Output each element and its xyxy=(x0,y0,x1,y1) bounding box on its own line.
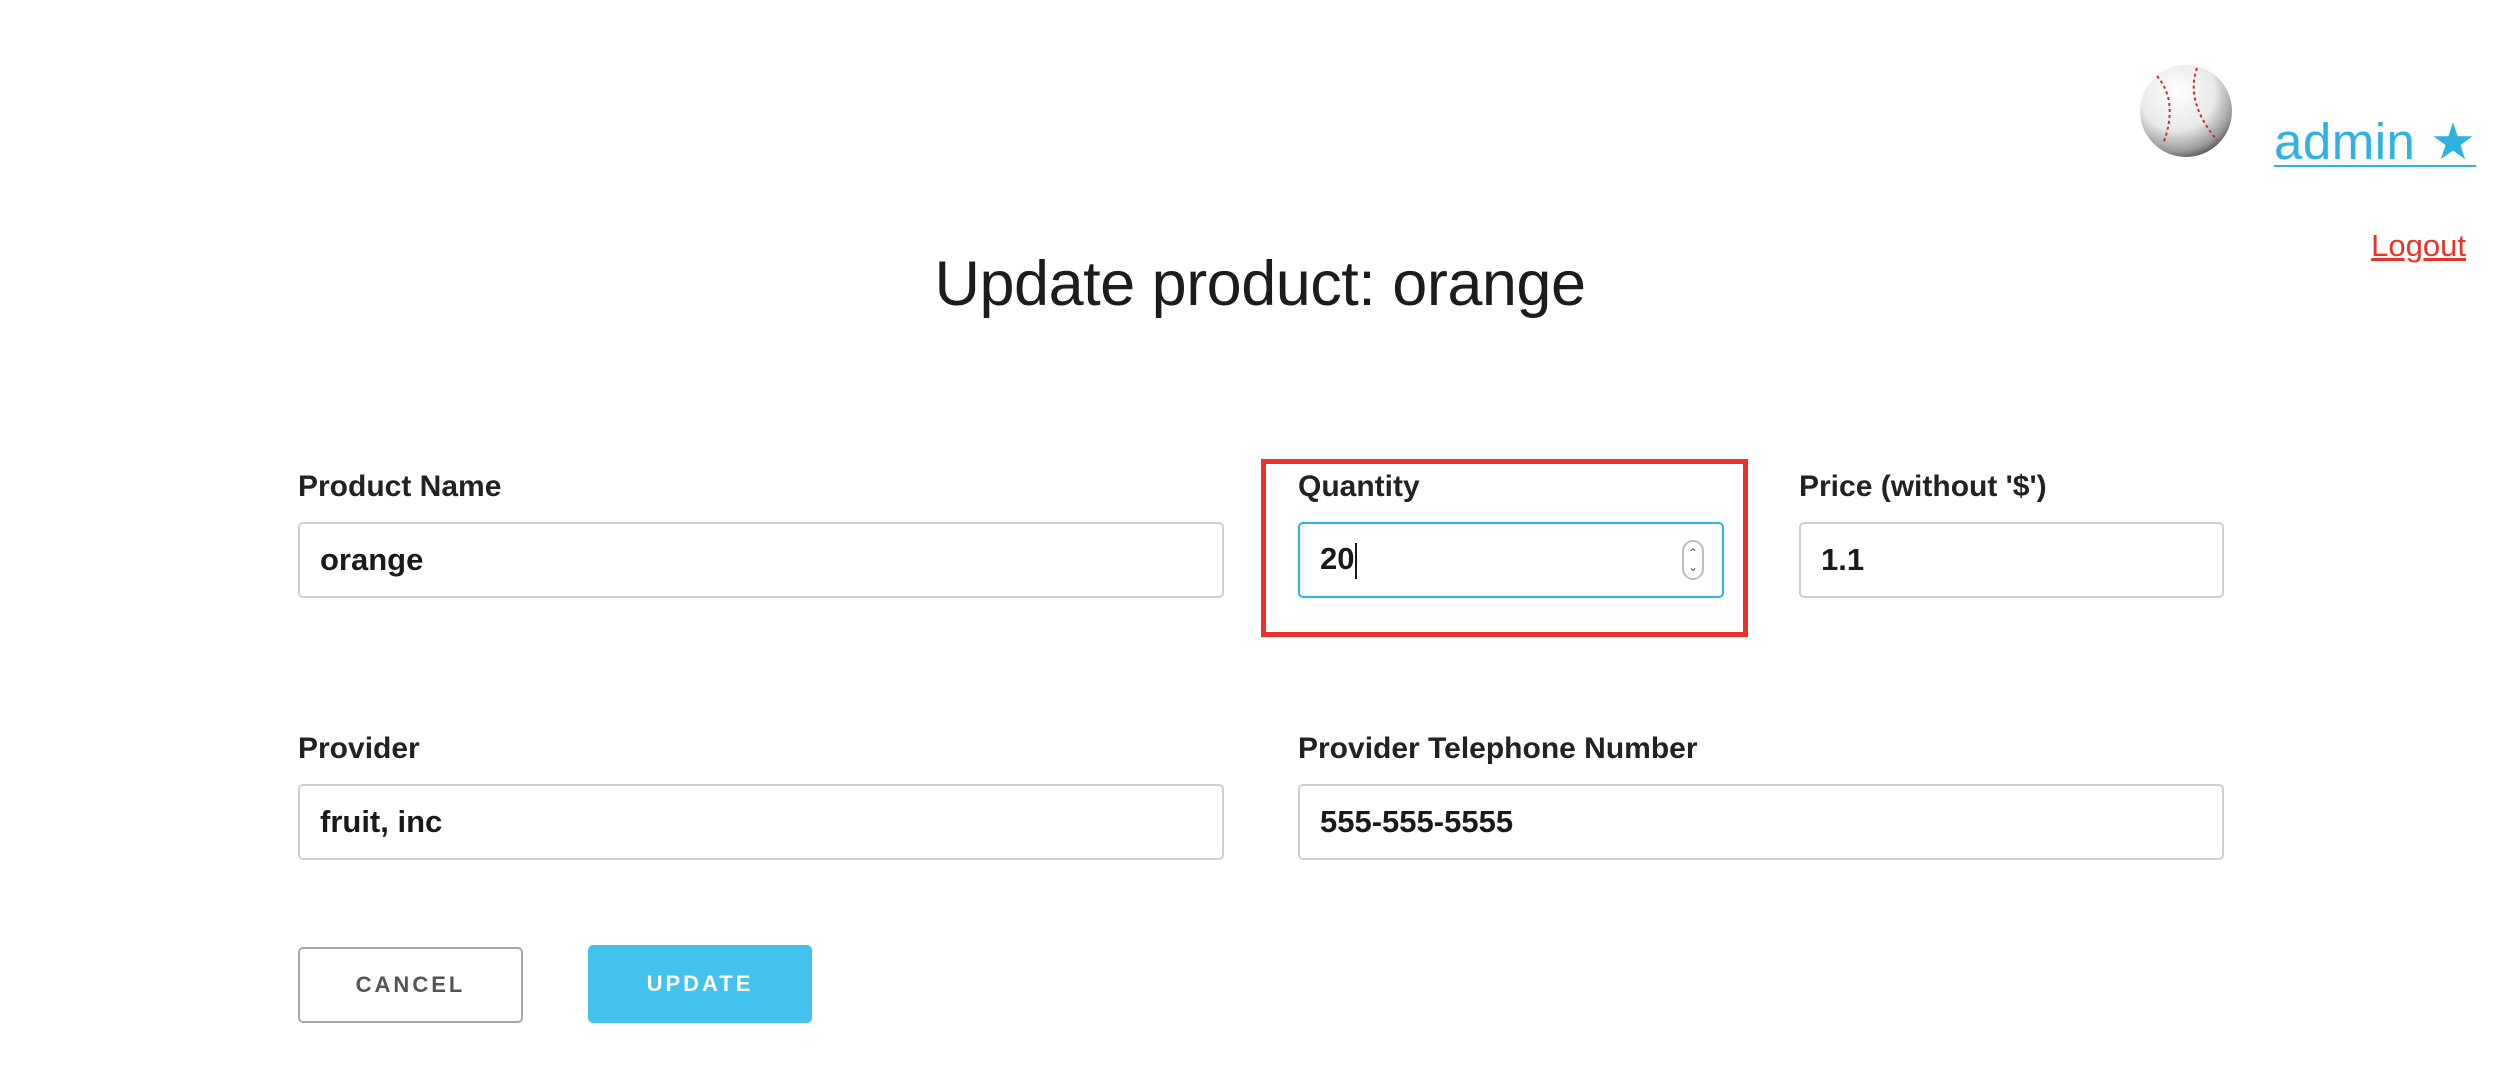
provider-field: Provider fruit, inc xyxy=(298,732,1224,860)
page-title: Update product: orange xyxy=(934,249,1586,319)
product-name-field: Product Name orange xyxy=(298,470,1224,598)
star-icon: ★ xyxy=(2430,113,2477,170)
product-name-input[interactable]: orange xyxy=(298,522,1224,598)
user-profile-link[interactable]: admin ★ xyxy=(2274,112,2476,172)
price-field: Price (without '$') 1.1 xyxy=(1799,470,2224,598)
avatar[interactable] xyxy=(2137,62,2235,160)
provider-phone-label: Provider Telephone Number xyxy=(1298,732,1698,765)
baseball-icon xyxy=(2140,65,2232,157)
quantity-highlight-box xyxy=(1261,459,1748,637)
update-button[interactable]: UPDATE xyxy=(588,945,812,1023)
user-name: admin xyxy=(2274,113,2416,170)
price-input[interactable]: 1.1 xyxy=(1799,522,2224,598)
provider-value: fruit, inc xyxy=(320,804,443,839)
provider-phone-field: Provider Telephone Number 555-555-5555 xyxy=(1298,732,2224,860)
price-label: Price (without '$') xyxy=(1799,470,2047,503)
page: admin ★ Logout Update product: orange Pr… xyxy=(0,0,2520,1090)
provider-input[interactable]: fruit, inc xyxy=(298,784,1224,860)
price-value: 1.1 xyxy=(1821,542,1865,577)
provider-phone-value: 555-555-5555 xyxy=(1320,804,1514,839)
provider-phone-input[interactable]: 555-555-5555 xyxy=(1298,784,2224,860)
cancel-button[interactable]: CANCEL xyxy=(298,947,523,1023)
provider-label: Provider xyxy=(298,732,420,765)
product-name-value: orange xyxy=(320,542,424,577)
product-name-label: Product Name xyxy=(298,470,502,503)
